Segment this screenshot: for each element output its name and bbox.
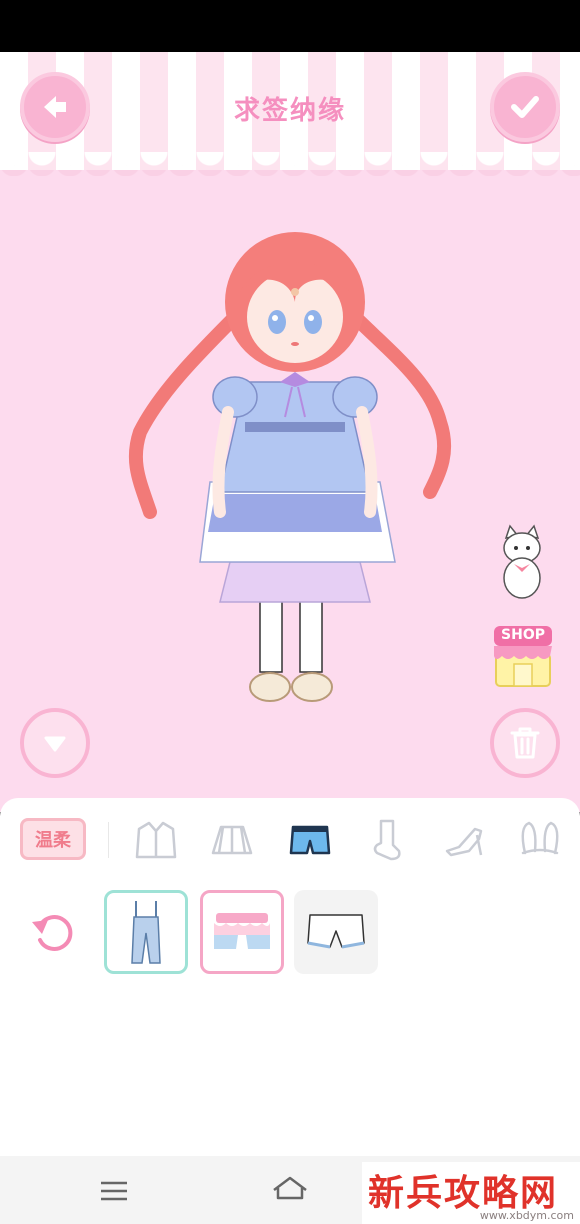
bunny-ears-icon xyxy=(521,821,559,855)
item-pink-ruffle-shorts[interactable] xyxy=(200,890,284,974)
shop-button[interactable]: SHOP xyxy=(492,624,554,688)
item-white-bloomers[interactable] xyxy=(294,890,378,974)
cat-pet-button[interactable] xyxy=(492,520,552,600)
awning-shadow xyxy=(0,170,580,176)
overalls-icon xyxy=(131,901,161,964)
category-tab-socks[interactable] xyxy=(358,812,414,868)
shop-label: SHOP xyxy=(501,627,545,643)
watermark: 新兵攻略网 www.xbdym.com xyxy=(362,1162,580,1224)
bloomers-icon xyxy=(307,914,365,949)
divider xyxy=(108,822,109,858)
confirm-button[interactable] xyxy=(490,72,560,142)
trash-icon xyxy=(510,727,540,759)
high-heel-icon xyxy=(445,827,483,857)
item-denim-overalls[interactable] xyxy=(104,890,188,974)
refresh-icon xyxy=(32,915,73,951)
skirt-icon xyxy=(211,825,253,855)
collapse-button[interactable] xyxy=(20,708,90,778)
category-tab-coat[interactable] xyxy=(128,812,184,868)
wardrobe-panel: 温柔 xyxy=(0,798,580,1156)
category-tab-shorts[interactable] xyxy=(282,812,338,868)
shorts-icon xyxy=(289,825,331,855)
category-tab-skirt[interactable] xyxy=(204,812,260,868)
category-tab-accessories[interactable] xyxy=(512,812,568,868)
dressup-stage: 求签纳缘 SHOP xyxy=(0,52,580,812)
status-bar xyxy=(0,0,580,52)
character-avatar[interactable] xyxy=(120,232,470,712)
arrow-left-icon xyxy=(44,96,66,118)
menu-icon xyxy=(101,1181,127,1201)
check-icon xyxy=(511,96,539,118)
sock-icon xyxy=(373,819,401,861)
menu-nav-button[interactable] xyxy=(94,1174,134,1208)
delete-button[interactable] xyxy=(490,708,560,778)
triangle-down-icon xyxy=(44,736,66,752)
reset-button[interactable] xyxy=(26,906,80,960)
back-button[interactable] xyxy=(20,72,90,142)
home-nav-button[interactable] xyxy=(268,1172,312,1206)
style-tag[interactable]: 温柔 xyxy=(20,818,86,860)
ruffle-shorts-icon xyxy=(214,913,270,949)
category-tab-shoes[interactable] xyxy=(436,812,492,868)
coat-icon xyxy=(135,821,177,859)
cat-icon xyxy=(503,524,541,599)
watermark-url: www.xbdym.com xyxy=(479,1209,574,1222)
home-icon xyxy=(273,1176,307,1200)
